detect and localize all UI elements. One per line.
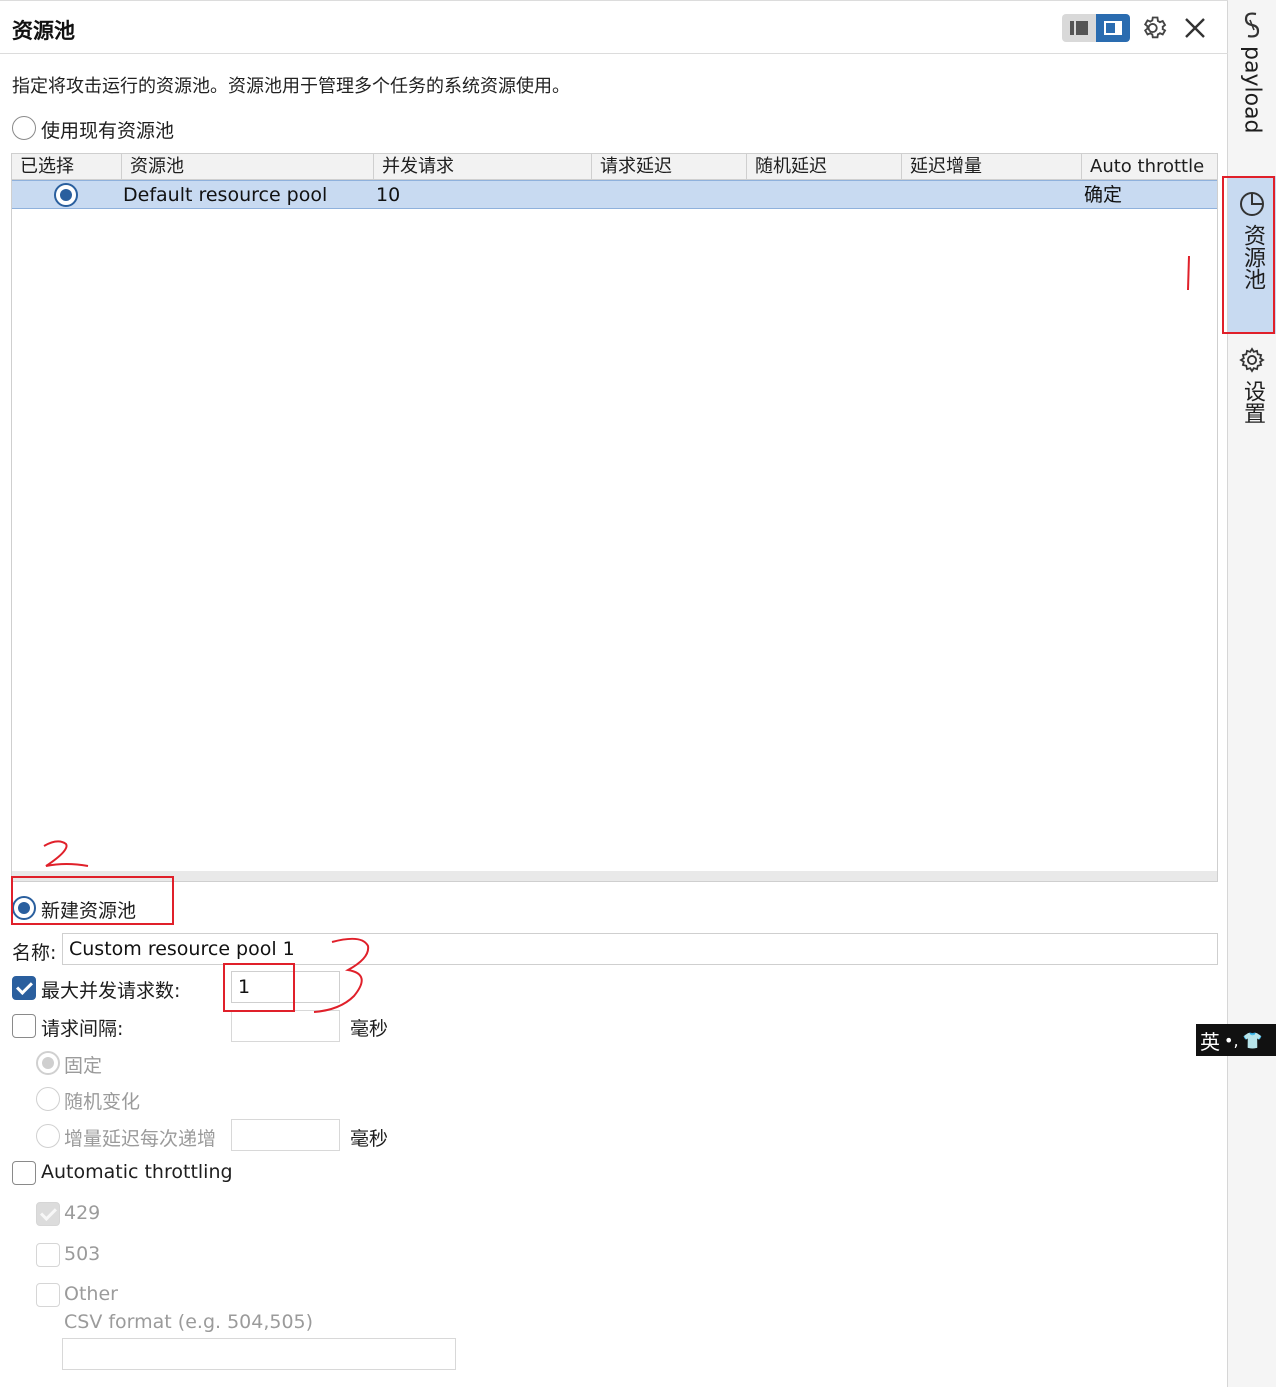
throttle-other-checkbox[interactable] (36, 1283, 60, 1307)
interval-fixed-label: 固定 (64, 1055, 103, 1077)
horizontal-scrollbar[interactable] (12, 871, 1217, 881)
throttle-429-label: 429 (64, 1202, 101, 1224)
use-existing-pool-radio[interactable] (12, 116, 36, 140)
annotation-box-resource-pool-tab (1222, 176, 1275, 334)
ime-shirt-icon: 👕 (1242, 1030, 1263, 1050)
column-request-delay[interactable]: 请求延迟 (592, 154, 747, 180)
csv-format-hint: CSV format (e.g. 504,505) (64, 1311, 314, 1333)
annotation-box-max-concurrent (223, 963, 295, 1012)
sidebar-tab-settings[interactable]: 设置 (1228, 346, 1276, 466)
interval-increment-label: 增量延迟每次递增 (64, 1128, 217, 1150)
interval-increment-radio[interactable] (36, 1124, 60, 1148)
right-sidebar: payload 资源池 设置 (1222, 0, 1276, 1387)
annotation-mark-1 (1187, 255, 1190, 291)
throttle-other-label: Other (64, 1283, 118, 1305)
layout-toggle[interactable] (1062, 14, 1130, 42)
column-auto-throttle[interactable]: Auto throttle (1082, 154, 1219, 180)
throttle-503-label: 503 (64, 1243, 101, 1265)
pool-name-input[interactable]: Custom resource pool 1 (62, 933, 1218, 965)
layout-vertical-icon[interactable] (1096, 14, 1130, 42)
auto-throttling-checkbox[interactable] (12, 1161, 36, 1185)
gear-icon[interactable] (1140, 13, 1170, 43)
settings-gear-icon (1239, 347, 1265, 373)
panel-header: 资源池 (0, 0, 1228, 54)
sidebar-tab-payload[interactable]: payload (1228, 10, 1276, 170)
column-concurrent[interactable]: 并发请求 (374, 154, 592, 180)
row-concurrent: 10 (376, 184, 401, 206)
row-pool-name: Default resource pool (123, 184, 328, 206)
request-interval-unit: 毫秒 (350, 1018, 389, 1040)
max-concurrent-label: 最大并发请求数: (41, 980, 181, 1002)
interval-fixed-radio[interactable] (36, 1051, 60, 1075)
header-actions (1062, 13, 1210, 43)
ime-punctuation-icon: •, (1224, 1030, 1239, 1050)
throttle-429-checkbox[interactable] (36, 1202, 60, 1226)
row-auto-throttle: 确定 (1084, 184, 1123, 206)
name-field-label: 名称: (12, 942, 57, 964)
request-interval-label: 请求间隔: (41, 1018, 124, 1040)
sidebar-tab-payload-label: payload (1239, 46, 1265, 134)
ime-indicator[interactable]: 英 •, 👕 (1196, 1024, 1276, 1056)
request-interval-checkbox[interactable] (12, 1014, 36, 1038)
column-random-delay[interactable]: 随机延迟 (747, 154, 902, 180)
resource-pool-panel: 资源池 指定将攻击运行的资源池。资源池用于管理多个任务的系统资源使用。 使用现有… (0, 0, 1228, 1387)
interval-increment-unit: 毫秒 (350, 1128, 389, 1150)
ime-language-label: 英 (1200, 1029, 1220, 1054)
panel-description: 指定将攻击运行的资源池。资源池用于管理多个任务的系统资源使用。 (12, 76, 570, 97)
interval-increment-input[interactable] (231, 1119, 340, 1151)
max-concurrent-checkbox[interactable] (12, 976, 36, 1000)
annotation-box-new-pool (11, 876, 174, 925)
auto-throttling-label: Automatic throttling (41, 1161, 233, 1183)
column-pool[interactable]: 资源池 (122, 154, 374, 180)
interval-random-radio[interactable] (36, 1087, 60, 1111)
other-codes-input[interactable] (62, 1338, 456, 1370)
payload-icon (1244, 12, 1260, 38)
layout-horizontal-icon[interactable] (1062, 14, 1096, 42)
use-existing-pool-label: 使用现有资源池 (41, 120, 175, 142)
row-selected-radio[interactable] (54, 183, 78, 207)
close-icon[interactable] (1180, 13, 1210, 43)
interval-random-label: 随机变化 (64, 1091, 141, 1113)
page-title: 资源池 (12, 19, 75, 43)
table-row[interactable]: Default resource pool 10 确定 (12, 180, 1217, 209)
column-selected[interactable]: 已选择 (12, 154, 122, 180)
table-header: 已选择 资源池 并发请求 请求延迟 随机延迟 延迟增量 Auto throttl… (12, 154, 1217, 180)
sidebar-tab-settings-label: 设置 (1240, 380, 1265, 424)
throttle-503-checkbox[interactable] (36, 1243, 60, 1267)
column-delay-increment[interactable]: 延迟增量 (902, 154, 1082, 180)
annotation-mark-3 (313, 937, 370, 1013)
resource-pool-table: 已选择 资源池 并发请求 请求延迟 随机延迟 延迟增量 Auto throttl… (11, 153, 1218, 882)
annotation-mark-2 (43, 840, 89, 867)
